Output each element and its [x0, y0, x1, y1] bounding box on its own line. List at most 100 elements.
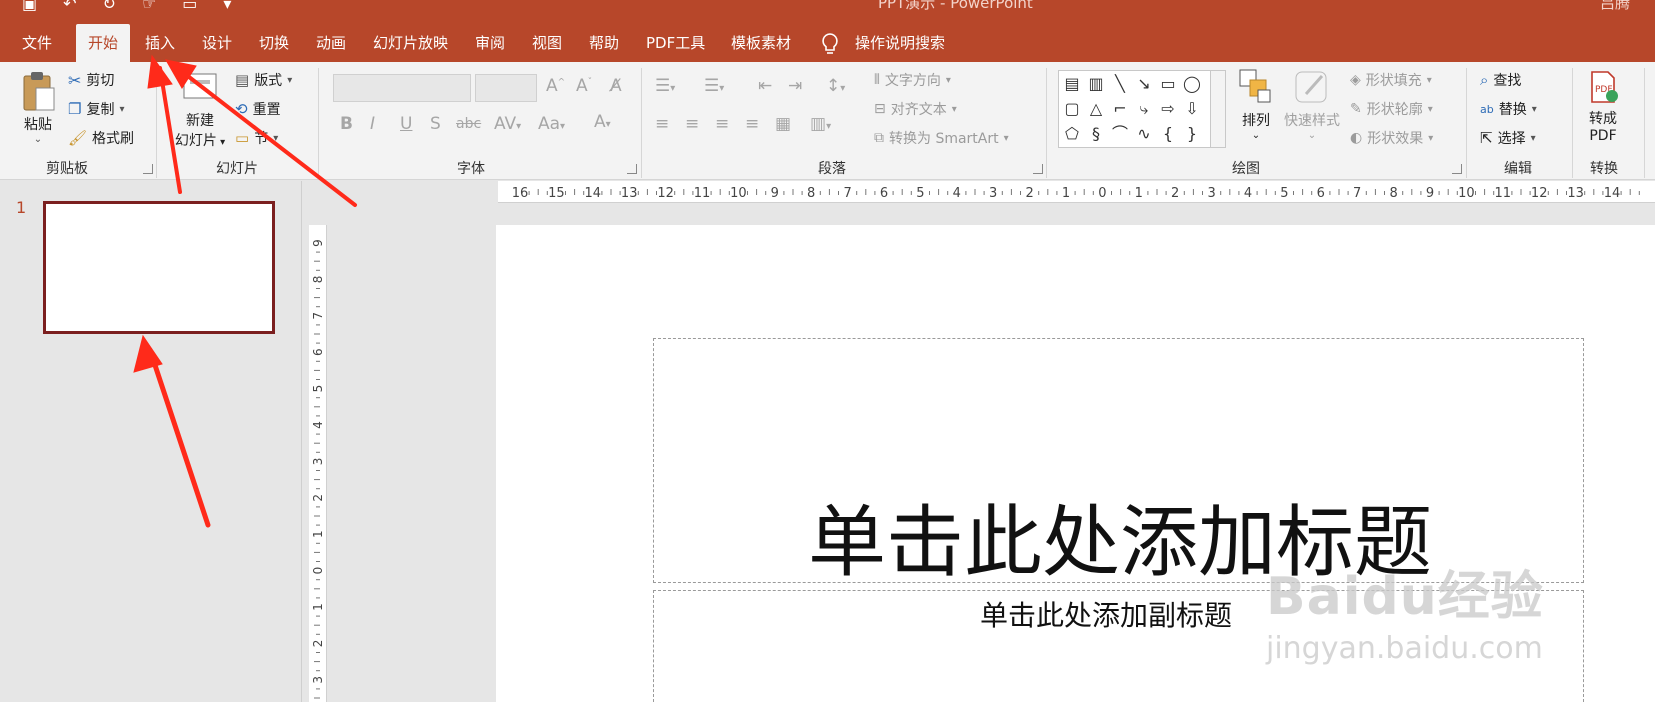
tab-home[interactable]: 开始	[76, 24, 131, 62]
dialog-launcher-icon[interactable]	[1033, 164, 1043, 174]
paste-button[interactable]: 粘贴 ⌄	[14, 70, 62, 145]
columns-icon[interactable]: ▥▾	[810, 114, 831, 134]
convert-smartart-button[interactable]: ⧉ 转换为 SmartArt ▾	[874, 128, 1009, 148]
tab-review[interactable]: 审阅	[475, 24, 505, 62]
cut-button[interactable]: ✂ 剪切	[68, 70, 114, 90]
text-shadow-icon[interactable]: S	[430, 114, 441, 134]
arrow-line-shape-icon[interactable]: ↘	[1133, 73, 1155, 95]
grow-font-icon[interactable]: A^	[546, 76, 565, 96]
ruler-tick-label: 0	[311, 567, 325, 575]
tab-file[interactable]: 文件	[22, 24, 52, 62]
arc-shape-icon[interactable]: ⌒	[1109, 123, 1131, 145]
increase-indent-icon[interactable]: ⇥	[788, 76, 802, 96]
left-brace-shape-icon[interactable]: {	[1157, 123, 1179, 145]
shape-outline-button[interactable]: ✎ 形状轮廓 ▾	[1350, 99, 1433, 119]
tab-help[interactable]: 帮助	[589, 24, 619, 62]
char-spacing-icon[interactable]: AV▾	[494, 114, 521, 134]
tab-view[interactable]: 视图	[532, 24, 562, 62]
shrink-font-icon[interactable]: Aˇ	[576, 76, 592, 96]
bold-icon[interactable]: B	[340, 114, 353, 134]
font-name-combo[interactable]	[333, 74, 471, 102]
line-spacing-icon[interactable]: ↕▾	[826, 76, 845, 96]
present-icon[interactable]: ▭	[182, 0, 197, 12]
align-text-icon: ⊟	[874, 101, 886, 117]
format-painter-button[interactable]: 🖌 格式刷	[68, 128, 134, 148]
tell-me-search[interactable]: 操作说明搜索	[855, 24, 945, 62]
clear-format-icon[interactable]: A̸	[610, 76, 622, 96]
elbow-connector-shape-icon[interactable]: ⌐	[1109, 98, 1131, 120]
change-case-icon[interactable]: Aa▾	[538, 114, 565, 134]
subtitle-placeholder-text[interactable]: 单击此处添加副标题	[980, 594, 1232, 634]
curve-shape-icon[interactable]: ∿	[1133, 123, 1155, 145]
window-title: PPT演示 - PowerPoint	[878, 0, 1033, 12]
align-center-icon[interactable]: ≡	[685, 114, 699, 134]
line-shape-icon[interactable]: ╲	[1109, 73, 1131, 95]
justify-icon[interactable]: ≡	[745, 114, 759, 134]
bullets-icon[interactable]: ☰▾	[655, 76, 675, 96]
tab-slideshow[interactable]: 幻灯片放映	[373, 24, 448, 62]
shapes-gallery[interactable]: ▤ ▥ ╲ ↘ ▭ ◯ ▢ △ ⌐ ⤷ ⇨ ⇩ ⬠ § ⌒ ∿ { }	[1058, 70, 1226, 148]
slide-thumbnail[interactable]	[43, 201, 275, 334]
rounded-rect-shape-icon[interactable]: ▢	[1061, 98, 1083, 120]
divider	[641, 68, 642, 178]
tab-template-assets[interactable]: 模板素材	[731, 24, 791, 62]
align-right-icon[interactable]: ≡	[715, 114, 729, 134]
down-arrow-shape-icon[interactable]: ⇩	[1181, 98, 1203, 120]
shapes-gallery-scroll[interactable]	[1210, 70, 1226, 148]
redo-icon[interactable]: ↻	[103, 0, 116, 12]
oval-shape-icon[interactable]: ◯	[1181, 73, 1203, 95]
scribble-shape-icon[interactable]: §	[1085, 123, 1107, 145]
italic-icon[interactable]: I	[370, 114, 375, 134]
new-slide-button[interactable]: 新建 幻灯片 ▾	[168, 70, 232, 150]
shape-effects-button[interactable]: ◐ 形状效果 ▾	[1350, 128, 1433, 148]
reset-button[interactable]: ⟲ 重置	[235, 99, 281, 119]
text-direction-button[interactable]: ⫴ 文字方向 ▾	[874, 70, 951, 90]
ruler-tick-label: 5	[1280, 186, 1288, 201]
dialog-launcher-icon[interactable]	[143, 164, 153, 174]
replace-button[interactable]: ab 替换 ▾	[1480, 99, 1537, 119]
copy-button[interactable]: ❐ 复制 ▾	[68, 99, 124, 119]
freeform-shape-icon[interactable]: ⬠	[1061, 123, 1083, 145]
convert-to-pdf-button[interactable]: PDF 转成 PDF	[1578, 70, 1628, 144]
find-button[interactable]: ⌕ 查找	[1480, 70, 1521, 90]
numbering-icon[interactable]: ☰▾	[704, 76, 724, 96]
tab-pdf-tools[interactable]: PDF工具	[646, 24, 705, 62]
title-bar: ▣ ↶ ↻ ☞ ▭ ▾ PPT演示 - PowerPoint 吕腾	[0, 0, 1655, 12]
font-color-icon[interactable]: A▾	[594, 112, 611, 132]
dialog-launcher-icon[interactable]	[1452, 164, 1462, 174]
layout-button[interactable]: ▤ 版式 ▾	[235, 70, 292, 90]
underline-icon[interactable]: U	[400, 114, 412, 134]
right-arrow-shape-icon[interactable]: ⇨	[1157, 98, 1179, 120]
align-text-button[interactable]: ⊟ 对齐文本 ▾	[874, 99, 957, 119]
pdf-icon: PDF	[1591, 71, 1618, 103]
chevron-down-icon: ⌄	[1307, 130, 1317, 141]
align-left-icon[interactable]: ≡	[655, 114, 669, 134]
tab-design[interactable]: 设计	[202, 24, 232, 62]
strikethrough-icon[interactable]: abc	[456, 116, 481, 132]
group-label-font: 字体	[457, 161, 485, 177]
select-button[interactable]: ⇱ 选择 ▾	[1480, 128, 1536, 148]
tab-insert[interactable]: 插入	[145, 24, 175, 62]
textbox-shape-icon[interactable]: ▤	[1061, 73, 1083, 95]
arrange-button[interactable]: 排列 ⌄	[1232, 68, 1280, 141]
tab-animations[interactable]: 动画	[316, 24, 346, 62]
customize-icon[interactable]: ▾	[223, 0, 231, 12]
cursor-icon: ⇱	[1480, 129, 1493, 147]
section-button[interactable]: ▭ 节 ▾	[235, 128, 278, 148]
right-brace-shape-icon[interactable]: }	[1181, 123, 1203, 145]
touch-mode-icon[interactable]: ☞	[142, 0, 156, 12]
quick-styles-button[interactable]: 快速样式 ⌄	[1280, 68, 1344, 141]
font-size-combo[interactable]	[475, 74, 537, 102]
rectangle-shape-icon[interactable]: ▭	[1157, 73, 1179, 95]
vertical-textbox-shape-icon[interactable]: ▥	[1085, 73, 1107, 95]
tab-transitions[interactable]: 切换	[259, 24, 289, 62]
distributed-icon[interactable]: ▦	[775, 114, 791, 134]
decrease-indent-icon[interactable]: ⇤	[758, 76, 772, 96]
elbow-arrow-shape-icon[interactable]: ⤷	[1133, 98, 1155, 120]
dialog-launcher-icon[interactable]	[627, 164, 637, 174]
triangle-shape-icon[interactable]: △	[1085, 98, 1107, 120]
save-icon[interactable]: ▣	[22, 0, 37, 12]
shape-outline-label: 形状轮廓	[1366, 102, 1423, 118]
shape-fill-button[interactable]: ◈ 形状填充 ▾	[1350, 70, 1432, 90]
undo-icon[interactable]: ↶	[63, 0, 76, 12]
